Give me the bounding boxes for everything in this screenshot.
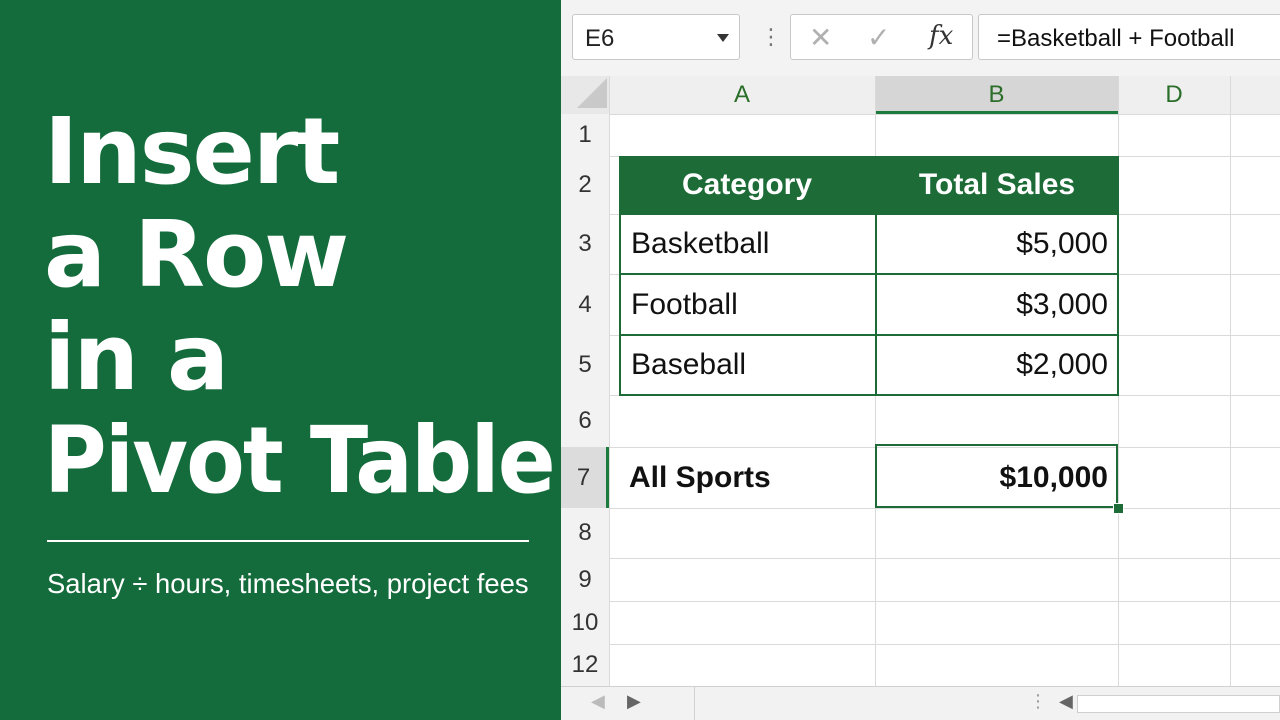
table-border <box>619 213 1118 215</box>
cell-sales[interactable]: $2,000 <box>875 335 1118 395</box>
cell-total-label[interactable]: All Sports <box>617 447 875 508</box>
row-header-active[interactable]: 7 <box>561 447 609 508</box>
select-all-triangle-icon <box>577 78 607 108</box>
cell-category[interactable]: Basketball <box>619 214 875 274</box>
table-header-total-sales[interactable]: Total Sales <box>876 156 1118 214</box>
table-border <box>619 334 1118 336</box>
sheet-grid: A B D 1 2 3 4 5 6 7 8 9 10 12 Category T… <box>561 0 1280 720</box>
column-header-b[interactable]: B <box>875 76 1118 114</box>
cell-sales[interactable]: $5,000 <box>875 214 1118 274</box>
gridline <box>1230 76 1231 686</box>
table-border <box>619 156 621 396</box>
scroll-left-icon[interactable]: ◀ <box>591 691 605 712</box>
row-header[interactable]: 8 <box>561 508 609 558</box>
table-header-category[interactable]: Category <box>619 156 875 214</box>
sheet-navigation-bar: ◀ ▶ ⋮ ◀ <box>561 686 1280 720</box>
gridline <box>609 558 1280 559</box>
table-border <box>875 156 877 396</box>
title-line: in a <box>44 304 229 411</box>
scroll-left-icon[interactable]: ◀ <box>1059 691 1073 712</box>
scroll-right-icon[interactable]: ▶ <box>627 691 641 712</box>
gridline <box>609 508 1280 509</box>
row-header[interactable]: 9 <box>561 558 609 601</box>
fill-handle[interactable] <box>1113 503 1124 514</box>
title-line: Pivot Table <box>44 407 556 514</box>
spreadsheet-window: E6 ⋮ ✕ ✓ fx =Basketball + Football A B D… <box>561 0 1280 720</box>
row-header[interactable]: 6 <box>561 395 609 447</box>
row-header[interactable]: 12 <box>561 644 609 686</box>
gridline <box>609 601 1280 602</box>
gridline <box>609 76 610 686</box>
cell-selection-outline <box>875 444 1118 508</box>
gridline <box>609 644 1280 645</box>
banner-title: Insert a Row in a Pivot Table <box>44 98 556 514</box>
row-header[interactable]: 5 <box>561 335 609 395</box>
title-line: Insert <box>44 98 340 205</box>
banner-divider <box>47 540 529 542</box>
table-border <box>619 273 1118 275</box>
more-vertical-icon[interactable]: ⋮ <box>1029 691 1047 712</box>
column-header-a[interactable]: A <box>609 76 875 114</box>
table-border <box>619 394 1118 396</box>
row-header[interactable]: 3 <box>561 214 609 274</box>
horizontal-scrollbar[interactable] <box>1077 695 1280 713</box>
row-header[interactable]: 10 <box>561 601 609 644</box>
title-banner: Insert a Row in a Pivot Table Salary ÷ h… <box>0 0 561 720</box>
bar-separator <box>694 687 695 720</box>
row-header[interactable]: 2 <box>561 156 609 214</box>
cell-category[interactable]: Football <box>619 274 875 335</box>
row-header[interactable]: 1 <box>561 114 609 156</box>
gridline <box>609 114 1280 115</box>
column-header-d[interactable]: D <box>1118 76 1230 114</box>
cell-category[interactable]: Baseball <box>619 335 875 395</box>
banner-subtitle: Salary ÷ hours, timesheets, project fees <box>47 568 529 599</box>
cell-sales[interactable]: $3,000 <box>875 274 1118 335</box>
title-line: a Row <box>44 201 349 308</box>
table-border <box>1117 156 1119 396</box>
row-header[interactable]: 4 <box>561 274 609 335</box>
